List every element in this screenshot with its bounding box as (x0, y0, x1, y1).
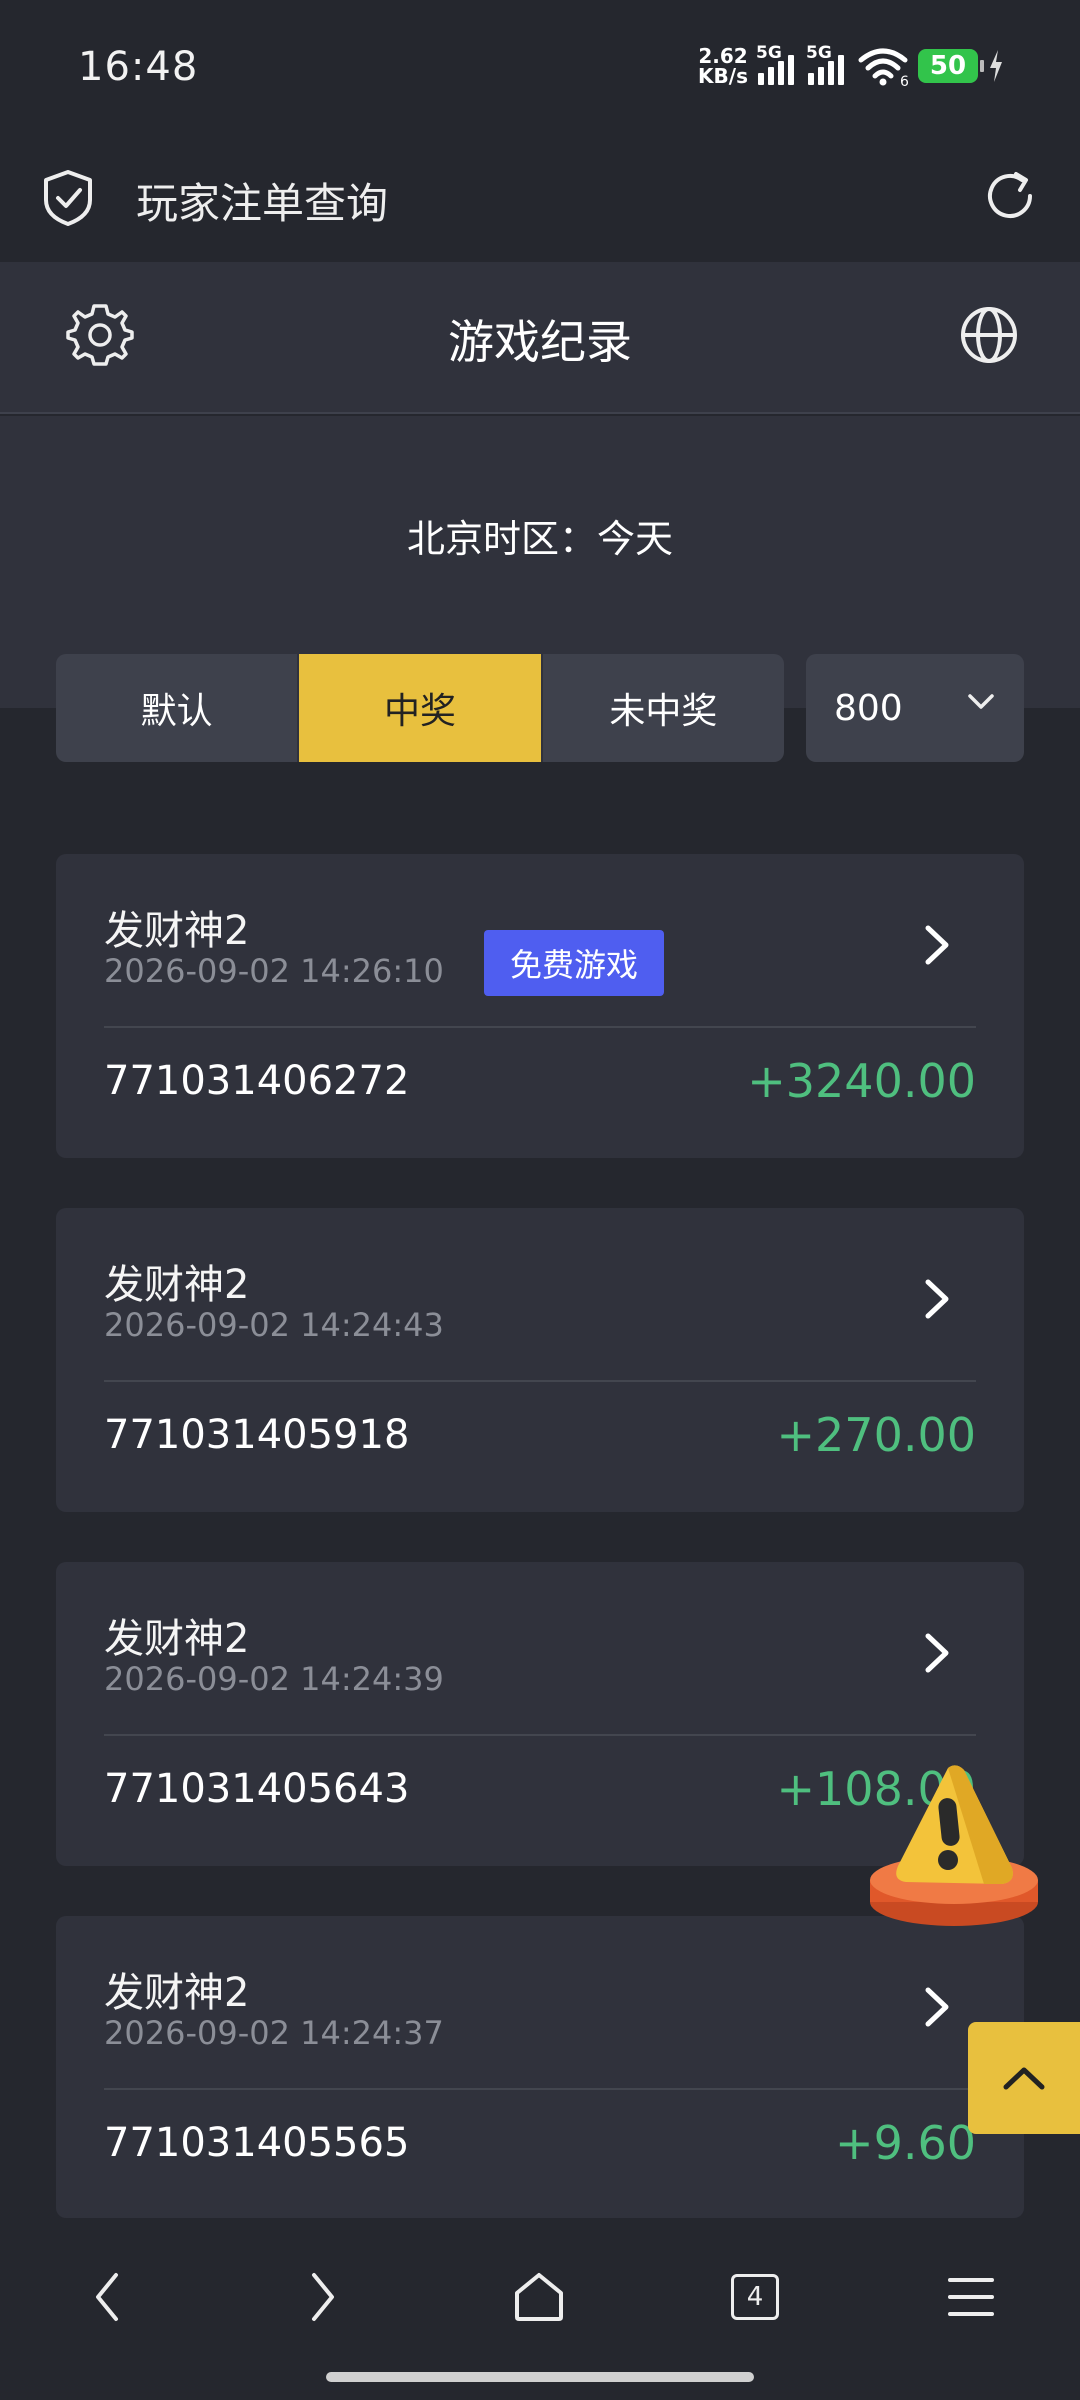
order-id: 771031405565 (104, 2120, 410, 2166)
refresh-icon[interactable] (982, 168, 1040, 226)
status-bar: 16:48 2.62 KB/s 5G 5G 6 50 (0, 0, 1080, 140)
filter-default[interactable]: 默认 (56, 654, 298, 762)
filter-not-won[interactable]: 未中奖 (540, 654, 784, 762)
signal-icon: 5G (756, 43, 798, 85)
record-card[interactable]: 发财神2 2026-09-02 14:24:37 771031405565 +9… (56, 1916, 1024, 2218)
status-icons: 2.62 KB/s 5G 5G 6 50 (698, 40, 1004, 92)
record-time: 2026-09-02 14:24:43 (104, 1306, 444, 1344)
page-size-select[interactable]: 800 (806, 654, 1024, 762)
chevron-right-icon[interactable] (922, 1984, 952, 2030)
page-title: 玩家注单查询 (136, 179, 389, 228)
chevron-right-icon[interactable] (922, 922, 952, 968)
game-name: 发财神2 (104, 1262, 250, 1308)
divider (104, 1026, 976, 1028)
record-time: 2026-09-02 14:26:10 (104, 952, 444, 990)
game-name: 发财神2 (104, 1616, 250, 1662)
menu-icon (948, 2278, 994, 2316)
browser-title-bar: 玩家注单查询 (0, 140, 1080, 262)
chevron-down-icon (968, 694, 994, 709)
win-amount: +9.60 (835, 2116, 976, 2170)
divider (104, 1734, 976, 1736)
divider (104, 2088, 976, 2090)
filter-won[interactable]: 中奖 (297, 654, 541, 762)
page-size-value: 800 (834, 687, 903, 729)
timezone-label: 北京时区：今天 (406, 517, 673, 561)
chevron-right-icon[interactable] (922, 1276, 952, 1322)
header-title: 游戏纪录 (448, 315, 632, 369)
order-id: 771031405643 (104, 1766, 410, 1812)
result-filter: 默认 中奖 未中奖 (56, 654, 784, 762)
chevron-right-icon (312, 2273, 334, 2321)
record-time: 2026-09-02 14:24:39 (104, 1660, 444, 1698)
order-id: 771031406272 (104, 1058, 410, 1104)
svg-text:6: 6 (900, 74, 908, 86)
home-icon (515, 2273, 563, 2321)
record-card[interactable]: 发财神2 2026-09-02 14:24:43 771031405918 +2… (56, 1208, 1024, 1512)
back-button[interactable] (72, 2262, 142, 2332)
battery-icon: 50 (918, 49, 984, 83)
chevron-up-icon (1003, 2067, 1045, 2090)
chevron-right-icon[interactable] (922, 1630, 952, 1676)
menu-button[interactable] (936, 2262, 1006, 2332)
order-id: 771031405918 (104, 1412, 410, 1458)
game-name: 发财神2 (104, 1970, 250, 2016)
warning-alert-icon[interactable] (866, 1762, 1042, 1938)
shield-check-icon (44, 170, 92, 226)
win-amount: +3240.00 (747, 1054, 976, 1108)
divider (104, 1380, 976, 1382)
home-button[interactable] (504, 2262, 574, 2332)
wifi-icon: 6 (858, 48, 908, 86)
win-amount: +270.00 (776, 1408, 977, 1462)
record-time: 2026-09-02 14:24:37 (104, 2014, 444, 2052)
tabs-button[interactable]: 4 (720, 2262, 790, 2332)
record-card[interactable]: 发财神2 2026-09-02 14:26:10 免费游戏 7710314062… (56, 854, 1024, 1158)
signal-icon-2: 5G (806, 43, 848, 85)
game-name: 发财神2 (104, 908, 250, 954)
free-game-badge: 免费游戏 (484, 930, 664, 996)
back-to-top-button[interactable] (968, 2022, 1080, 2134)
forward-button[interactable] (288, 2262, 358, 2332)
globe-icon[interactable] (958, 304, 1020, 366)
gesture-home-bar[interactable] (326, 2372, 754, 2382)
status-time: 16:48 (78, 44, 199, 90)
charging-icon (990, 50, 1002, 82)
net-speed: 2.62 KB/s (698, 44, 748, 88)
app-header: 游戏纪录 (0, 262, 1080, 414)
tabs-count-icon: 4 (731, 2274, 779, 2320)
chevron-left-icon (96, 2273, 118, 2321)
